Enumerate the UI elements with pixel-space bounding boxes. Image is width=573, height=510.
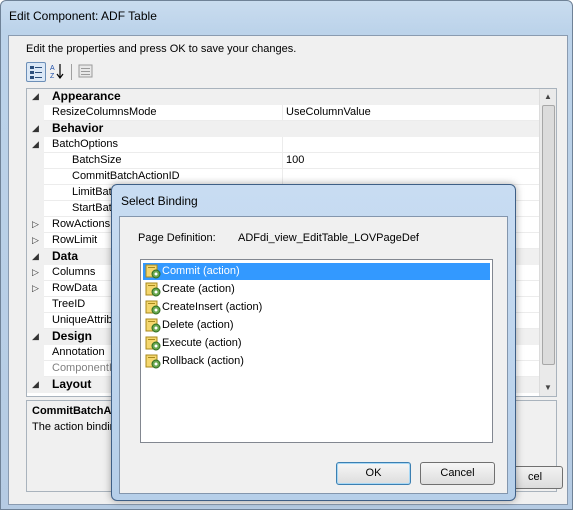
row-margin bbox=[27, 105, 44, 121]
property-row[interactable]: ◢ BatchOptions bbox=[27, 137, 540, 153]
column-divider bbox=[282, 137, 283, 153]
property-row[interactable]: ResizeColumnsMode UseColumnValue bbox=[27, 105, 540, 121]
window-title: Edit Component: ADF Table bbox=[9, 9, 157, 23]
row-margin bbox=[27, 169, 44, 185]
property-row[interactable]: CommitBatchActionID bbox=[27, 169, 540, 185]
page-definition-value: ADFdi_view_EditTable_LOVPageDef bbox=[238, 232, 419, 244]
property-name: RowActions bbox=[52, 218, 111, 230]
property-value[interactable]: UseColumnValue bbox=[286, 106, 371, 118]
binding-list[interactable]: Commit (action) Create (action) CreateInse… bbox=[140, 259, 493, 443]
property-name: BatchOptions bbox=[52, 138, 119, 150]
cancel-button[interactable]: Cancel bbox=[420, 462, 495, 485]
action-binding-icon bbox=[145, 281, 161, 297]
row-margin bbox=[27, 185, 44, 201]
dialog-title: Select Binding bbox=[121, 194, 198, 208]
column-divider bbox=[282, 105, 283, 121]
collapse-arrow-icon[interactable]: ◢ bbox=[32, 379, 39, 390]
select-binding-dialog: Select Binding Page Definition: ADFdi_vi… bbox=[111, 184, 516, 501]
category-label: Layout bbox=[52, 377, 92, 391]
instruction-text: Edit the properties and press OK to save… bbox=[26, 43, 297, 55]
svg-text:A: A bbox=[50, 65, 55, 72]
outer-cancel-label: cel bbox=[528, 471, 543, 483]
action-binding-icon bbox=[145, 263, 161, 279]
collapse-arrow-icon[interactable]: ◢ bbox=[32, 91, 39, 102]
property-name: TreeID bbox=[52, 298, 86, 310]
property-name: UniqueAttribu bbox=[52, 314, 119, 326]
column-divider bbox=[282, 169, 283, 185]
binding-list-item[interactable]: Rollback (action) bbox=[143, 353, 490, 370]
row-margin bbox=[27, 153, 44, 169]
binding-label: Rollback (action) bbox=[162, 355, 244, 367]
property-value[interactable]: 100 bbox=[286, 154, 304, 166]
expand-arrow-icon[interactable]: ▷ bbox=[32, 235, 39, 246]
action-binding-icon bbox=[145, 335, 161, 351]
expand-arrow-icon[interactable]: ▷ bbox=[32, 219, 39, 230]
categorized-icon[interactable] bbox=[26, 62, 46, 82]
collapse-arrow-icon[interactable]: ◢ bbox=[32, 123, 39, 134]
property-grid-scrollbar[interactable]: ▲ ▼ bbox=[539, 89, 556, 396]
alphabetical-sort-icon[interactable]: A Z bbox=[48, 62, 68, 82]
page-definition-label: Page Definition: bbox=[138, 232, 216, 244]
column-divider bbox=[282, 153, 283, 169]
ok-button[interactable]: OK bbox=[336, 462, 411, 485]
description-text: The action binding bbox=[32, 421, 122, 433]
collapse-arrow-icon[interactable]: ◢ bbox=[32, 251, 39, 262]
row-margin bbox=[27, 297, 44, 313]
property-name: ResizeColumnsMode bbox=[52, 106, 157, 118]
row-margin bbox=[27, 201, 44, 217]
binding-list-item[interactable]: CreateInsert (action) bbox=[143, 299, 490, 316]
binding-list-item[interactable]: Commit (action) bbox=[143, 263, 490, 280]
scroll-thumb[interactable] bbox=[542, 105, 555, 365]
property-pages-icon[interactable] bbox=[76, 62, 96, 82]
property-name: RowData bbox=[52, 282, 98, 294]
binding-list-item[interactable]: Execute (action) bbox=[143, 335, 490, 352]
binding-list-item[interactable]: Create (action) bbox=[143, 281, 490, 298]
property-name: CommitBatchActionID bbox=[72, 170, 180, 182]
category-label: Design bbox=[52, 329, 93, 343]
category-label: Behavior bbox=[52, 121, 104, 135]
binding-label: Execute (action) bbox=[162, 337, 242, 349]
property-name: RowLimit bbox=[52, 234, 98, 246]
expand-arrow-icon[interactable]: ▷ bbox=[32, 267, 39, 278]
row-margin bbox=[27, 361, 44, 377]
property-category[interactable]: ◢ Behavior bbox=[27, 121, 540, 137]
property-category[interactable]: ◢ Appearance bbox=[27, 89, 540, 105]
property-name: Annotation bbox=[52, 346, 105, 358]
action-binding-icon bbox=[145, 317, 161, 333]
category-label: Data bbox=[52, 249, 79, 263]
action-binding-icon bbox=[145, 299, 161, 315]
property-name: BatchSize bbox=[72, 154, 122, 166]
binding-list-item[interactable]: Delete (action) bbox=[143, 317, 490, 334]
binding-label: Delete (action) bbox=[162, 319, 234, 331]
property-name: ComponentID bbox=[52, 362, 120, 374]
dialog-client-area: Page Definition: ADFdi_view_EditTable_LO… bbox=[119, 216, 508, 494]
row-margin bbox=[27, 313, 44, 329]
category-label: Appearance bbox=[52, 89, 121, 103]
collapse-arrow-icon[interactable]: ◢ bbox=[32, 331, 39, 342]
description-title: CommitBatchAc bbox=[32, 405, 118, 417]
collapse-arrow-icon[interactable]: ◢ bbox=[32, 139, 39, 150]
binding-label: Create (action) bbox=[162, 283, 235, 295]
expand-arrow-icon[interactable]: ▷ bbox=[32, 283, 39, 294]
binding-label: Commit (action) bbox=[162, 265, 240, 277]
action-binding-icon bbox=[145, 353, 161, 369]
svg-text:Z: Z bbox=[50, 73, 55, 80]
row-margin bbox=[27, 345, 44, 361]
toolbar-separator bbox=[71, 64, 72, 80]
property-name: Columns bbox=[52, 266, 96, 278]
scroll-up-arrow-icon[interactable]: ▲ bbox=[540, 89, 556, 105]
scroll-down-arrow-icon[interactable]: ▼ bbox=[540, 380, 556, 396]
binding-label: CreateInsert (action) bbox=[162, 301, 263, 313]
property-row[interactable]: BatchSize 100 bbox=[27, 153, 540, 169]
